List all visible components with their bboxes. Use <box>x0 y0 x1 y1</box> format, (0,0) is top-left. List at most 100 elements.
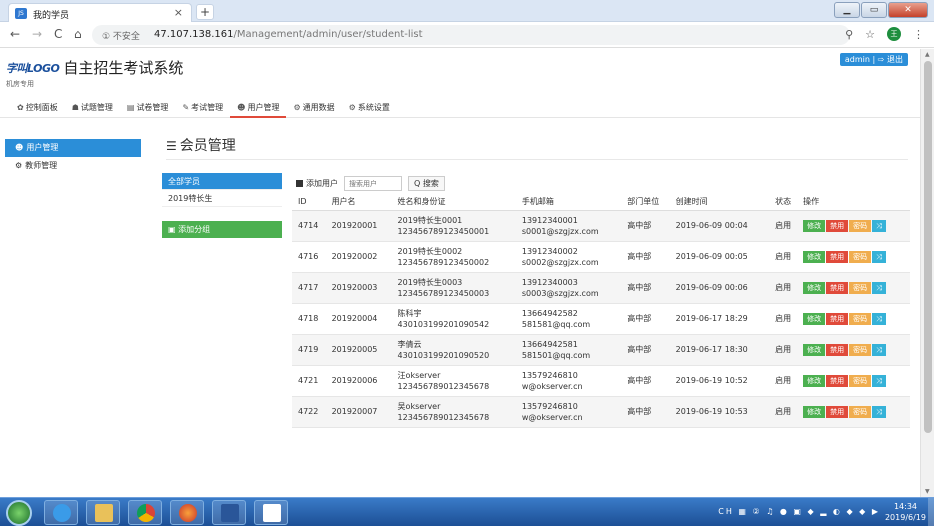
taskbar-clock[interactable]: 14:34 2019/6/19 <box>885 501 926 523</box>
disable-button[interactable]: 禁用 <box>826 312 849 325</box>
edit-button[interactable]: 修改 <box>803 343 826 356</box>
edit-button[interactable]: 修改 <box>803 374 826 387</box>
group-item-all[interactable]: 全部学员 <box>162 173 282 190</box>
taskbar-explorer[interactable] <box>86 500 120 525</box>
admin-logout-button[interactable]: admin | ⇨ 退出 <box>839 53 908 66</box>
table-cell: 高中部 <box>621 396 670 428</box>
move-icon[interactable]: ⤨ <box>872 374 886 387</box>
table-header: ID 用户名 姓名和身份证 手机邮箱 部门单位 创建时间 状态 操作 <box>292 194 910 211</box>
password-button[interactable]: 密码 <box>849 405 872 418</box>
taskbar-chrome[interactable] <box>128 500 162 525</box>
scroll-down-icon[interactable]: ▼ <box>925 488 930 495</box>
search-button[interactable]: Q 搜索 <box>408 176 445 191</box>
move-icon[interactable]: ⤨ <box>872 250 886 263</box>
close-window-button[interactable]: ✕ <box>888 2 928 18</box>
menu-item[interactable]: ☻ 用户管理 <box>230 98 287 118</box>
taskbar-firefox[interactable] <box>170 500 204 525</box>
scroll-up-icon[interactable]: ▲ <box>925 51 930 58</box>
password-button[interactable]: 密码 <box>849 281 872 294</box>
home-icon[interactable]: ⌂ <box>74 27 82 41</box>
cell-phone: 13664942581 <box>521 339 578 349</box>
table-cell: 13579246810 w@okserver.cn <box>515 396 622 428</box>
column-header: ID <box>292 194 326 211</box>
menu-icon: ☻ <box>237 103 246 112</box>
cell-email: w@okserver.cn <box>521 412 583 422</box>
minimize-button[interactable]: ▁ <box>834 2 860 18</box>
password-button[interactable]: 密码 <box>849 312 872 325</box>
show-desktop-button[interactable] <box>928 498 934 527</box>
table-cell: 高中部 <box>621 303 670 335</box>
menu-item[interactable]: ⚙ 通用数据 <box>286 98 341 118</box>
disable-button[interactable]: 禁用 <box>826 343 849 356</box>
title-divider <box>166 159 908 160</box>
disable-button[interactable]: 禁用 <box>826 281 849 294</box>
menu-item[interactable]: ▤ 试卷管理 <box>120 98 176 118</box>
reload-icon[interactable]: C <box>54 27 62 41</box>
edit-button[interactable]: 修改 <box>803 250 826 263</box>
site-logo[interactable]: 字叫LOGO 自主招生考试系统 <box>6 57 183 78</box>
menu-dots-icon[interactable]: ⋮ <box>913 28 924 41</box>
security-indicator[interactable]: ① 不安全 <box>102 29 140 42</box>
maximize-button[interactable]: ▭ <box>861 2 887 18</box>
cell-name: 李倩云 <box>397 339 422 349</box>
search-input[interactable] <box>344 176 402 191</box>
row-actions: 修改 禁用 密码 ⤨ <box>803 250 910 263</box>
add-group-button[interactable]: ▣ 添加分组 <box>162 221 282 238</box>
close-tab-icon[interactable]: × <box>174 6 183 19</box>
cell-email: s0003@szgjzx.com <box>521 288 599 298</box>
cell-created: 2019-06-19 10:52 <box>675 376 748 385</box>
menu-icon: ⚙ <box>293 103 301 112</box>
taskbar-ie[interactable] <box>44 500 78 525</box>
menu-icon: ☗ <box>71 103 79 112</box>
move-icon[interactable]: ⤨ <box>872 219 886 232</box>
menu-item[interactable]: ⚙ 系统设置 <box>342 98 397 118</box>
move-icon[interactable]: ⤨ <box>872 343 886 356</box>
cell-status: 启用 <box>775 221 792 230</box>
scrollbar-thumb[interactable] <box>924 61 932 433</box>
bookmark-star-icon[interactable]: ☆ <box>865 28 875 41</box>
browser-tab[interactable]: JS 我的学员 × <box>8 3 192 22</box>
password-button[interactable]: 密码 <box>849 219 872 232</box>
system-tray[interactable]: CH ▦ ② ♫ ● ▣ ◆ ▂ ◐ ◆ ◆ ▶ <box>718 507 880 516</box>
page-scrollbar[interactable]: ▲ ▼ <box>920 49 934 497</box>
table-cell: 汪okserver 123456789012345678 <box>391 365 516 397</box>
move-icon[interactable]: ⤨ <box>872 312 886 325</box>
move-icon[interactable]: ⤨ <box>872 281 886 294</box>
password-button[interactable]: 密码 <box>849 343 872 356</box>
sidebar-item-teacher-management[interactable]: ⚙ 教师管理 <box>5 157 141 175</box>
edit-button[interactable]: 修改 <box>803 281 826 294</box>
table-row: 4718 201920004 陈科宇 430103199201090542 136649… <box>292 303 910 335</box>
start-button[interactable] <box>6 500 32 526</box>
cell-name: 吴okserver <box>397 401 441 411</box>
disable-button[interactable]: 禁用 <box>826 250 849 263</box>
disable-button[interactable]: 禁用 <box>826 405 849 418</box>
zoom-icon[interactable]: ⚲ <box>845 28 853 41</box>
password-button[interactable]: 密码 <box>849 374 872 387</box>
taskbar-app[interactable] <box>254 500 288 525</box>
forward-icon[interactable]: → <box>32 27 42 41</box>
password-button[interactable]: 密码 <box>849 250 872 263</box>
edit-button[interactable]: 修改 <box>803 219 826 232</box>
edit-button[interactable]: 修改 <box>803 312 826 325</box>
clock-date: 2019/6/19 <box>884 513 926 522</box>
cell-id: 4718 <box>298 314 319 323</box>
table-cell: 4722 <box>292 396 326 428</box>
disable-button[interactable]: 禁用 <box>826 219 849 232</box>
table-cell: 13912340001 s0001@szgjzx.com <box>515 210 622 242</box>
table-cell: 启用 <box>769 272 798 304</box>
add-user-button[interactable]: 添加用户 <box>296 178 338 189</box>
sidebar-item-user-management[interactable]: ☻ 用户管理 <box>5 139 141 157</box>
back-icon[interactable]: ← <box>10 27 20 41</box>
taskbar-word[interactable] <box>212 500 246 525</box>
menu-item[interactable]: ✎ 考试管理 <box>175 98 230 118</box>
menu-item[interactable]: ✿ 控制面板 <box>10 98 65 118</box>
menu-item[interactable]: ☗ 试题管理 <box>65 98 120 118</box>
edit-button[interactable]: 修改 <box>803 405 826 418</box>
new-tab-button[interactable]: + <box>196 4 214 20</box>
url-field[interactable]: ① 不安全 47.107.138.161/Management/admin/us… <box>92 25 850 45</box>
disable-button[interactable]: 禁用 <box>826 374 849 387</box>
move-icon[interactable]: ⤨ <box>872 405 886 418</box>
group-item-2019[interactable]: 2019特长生 <box>162 190 282 207</box>
profile-avatar[interactable]: 王 <box>887 27 901 41</box>
cell-status: 启用 <box>775 376 792 385</box>
